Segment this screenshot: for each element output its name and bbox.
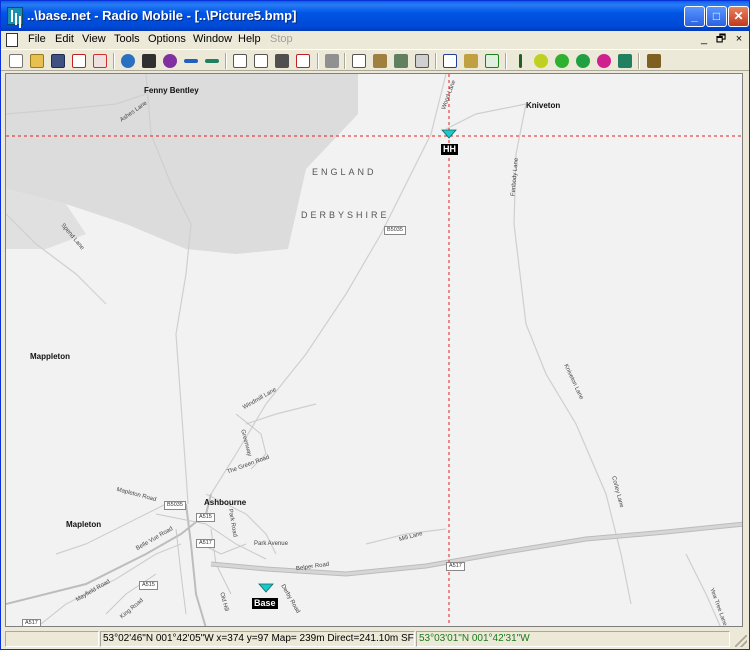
print-icon[interactable]	[323, 52, 341, 70]
marker-base-label[interactable]: Base	[252, 598, 278, 609]
film-icon[interactable]	[140, 52, 158, 70]
save-icon[interactable]	[49, 52, 67, 70]
new-icon[interactable]	[7, 52, 25, 70]
coverage-icon[interactable]	[532, 52, 550, 70]
road-shield: A515	[139, 581, 158, 590]
copy-icon[interactable]	[350, 52, 368, 70]
unit-icon[interactable]	[462, 52, 480, 70]
close-button[interactable]: ✕	[728, 6, 749, 27]
mdi-restore-button[interactable]: 🗗	[714, 33, 728, 46]
region-label: DERBYSHIRE	[301, 210, 390, 220]
status-position: 53°02'46"N 001°42'05"W x=374 y=97 Map= 2…	[100, 631, 415, 647]
status-panel-empty	[5, 631, 99, 647]
road-label: Park Avenue	[254, 541, 288, 547]
page-icon[interactable]	[231, 52, 249, 70]
forward-icon[interactable]	[203, 52, 221, 70]
menu-edit[interactable]: Edit	[55, 33, 74, 45]
place-label: Mappleton	[30, 352, 70, 361]
merge-icon[interactable]	[392, 52, 410, 70]
menu-help[interactable]: Help	[238, 33, 261, 45]
toolbar-separator	[113, 53, 115, 69]
network-icon[interactable]	[70, 52, 88, 70]
terrain-icon[interactable]	[616, 52, 634, 70]
globe-blue-icon[interactable]	[574, 52, 592, 70]
menu-options[interactable]: Options	[148, 33, 186, 45]
toolbar-separator	[505, 53, 507, 69]
map-canvas[interactable]: Fenny Bentley Kniveton Mappleton Ashbour…	[5, 73, 743, 627]
window-title: ..\base.net - Radio Mobile - [..\Picture…	[27, 8, 297, 23]
road-shield: B5035	[384, 226, 406, 235]
image-icon[interactable]	[273, 52, 291, 70]
menu-stop: Stop	[270, 33, 293, 45]
maximize-button[interactable]: □	[706, 6, 727, 27]
minimize-button[interactable]: _	[684, 6, 705, 27]
fit-icon[interactable]	[413, 52, 431, 70]
menu-tools[interactable]: Tools	[114, 33, 140, 45]
road-shield: A515	[196, 513, 215, 522]
marker-base-icon[interactable]	[258, 583, 274, 593]
open-icon[interactable]	[28, 52, 46, 70]
document-icon[interactable]	[6, 33, 18, 47]
road-shield: A517	[196, 539, 215, 548]
marker-hh-label[interactable]: HH	[441, 144, 458, 155]
toolbar-separator	[638, 53, 640, 69]
world-icon[interactable]	[119, 52, 137, 70]
place-label: Mapleton	[66, 520, 102, 529]
status-bar: 53°02'46"N 001°42'05"W x=374 y=97 Map= 2…	[1, 629, 749, 649]
properties-icon[interactable]	[91, 52, 109, 70]
menu-view[interactable]: View	[82, 33, 106, 45]
place-label: Fenny Bentley	[144, 86, 199, 95]
page-out-icon[interactable]	[252, 52, 270, 70]
toolbar-separator	[317, 53, 319, 69]
paste-icon[interactable]	[371, 52, 389, 70]
resize-grip-icon[interactable]	[735, 635, 747, 647]
radio-mobile-app-icon[interactable]	[7, 7, 23, 25]
toolbar	[1, 49, 749, 71]
mdi-minimize-button[interactable]: _	[697, 33, 711, 46]
globe-red-icon[interactable]	[595, 52, 613, 70]
menu-window[interactable]: Window	[193, 33, 232, 45]
toolbar-separator	[435, 53, 437, 69]
menu-bar: File Edit View Tools Options Window Help…	[1, 31, 749, 49]
road-shield: B5035	[164, 501, 186, 510]
antenna-icon[interactable]	[511, 52, 529, 70]
menu-file[interactable]: File	[28, 33, 46, 45]
marker-hh-icon[interactable]	[441, 129, 457, 139]
back-icon[interactable]	[182, 52, 200, 70]
place-label: Kniveton	[526, 101, 561, 110]
toolbar-separator	[225, 53, 227, 69]
map-roads-layer	[6, 74, 742, 626]
title-bar[interactable]: ..\base.net - Radio Mobile - [..\Picture…	[1, 1, 749, 31]
place-label: Ashbourne	[204, 498, 247, 507]
toolbar-separator	[344, 53, 346, 69]
region-label: ENGLAND	[312, 167, 377, 177]
globe-green-icon[interactable]	[553, 52, 571, 70]
road-shield: A517	[446, 562, 465, 571]
road-shield: A517	[22, 619, 41, 626]
exit-icon[interactable]	[645, 52, 663, 70]
find-icon[interactable]	[161, 52, 179, 70]
app-window: ..\base.net - Radio Mobile - [..\Picture…	[0, 0, 750, 650]
status-cursor-coords: 53°03'01"N 001°42'31"W	[416, 631, 730, 647]
radio-link-icon[interactable]	[483, 52, 501, 70]
window-icon[interactable]	[441, 52, 459, 70]
pdf-icon[interactable]	[294, 52, 312, 70]
mdi-close-button[interactable]: ×	[732, 33, 746, 46]
